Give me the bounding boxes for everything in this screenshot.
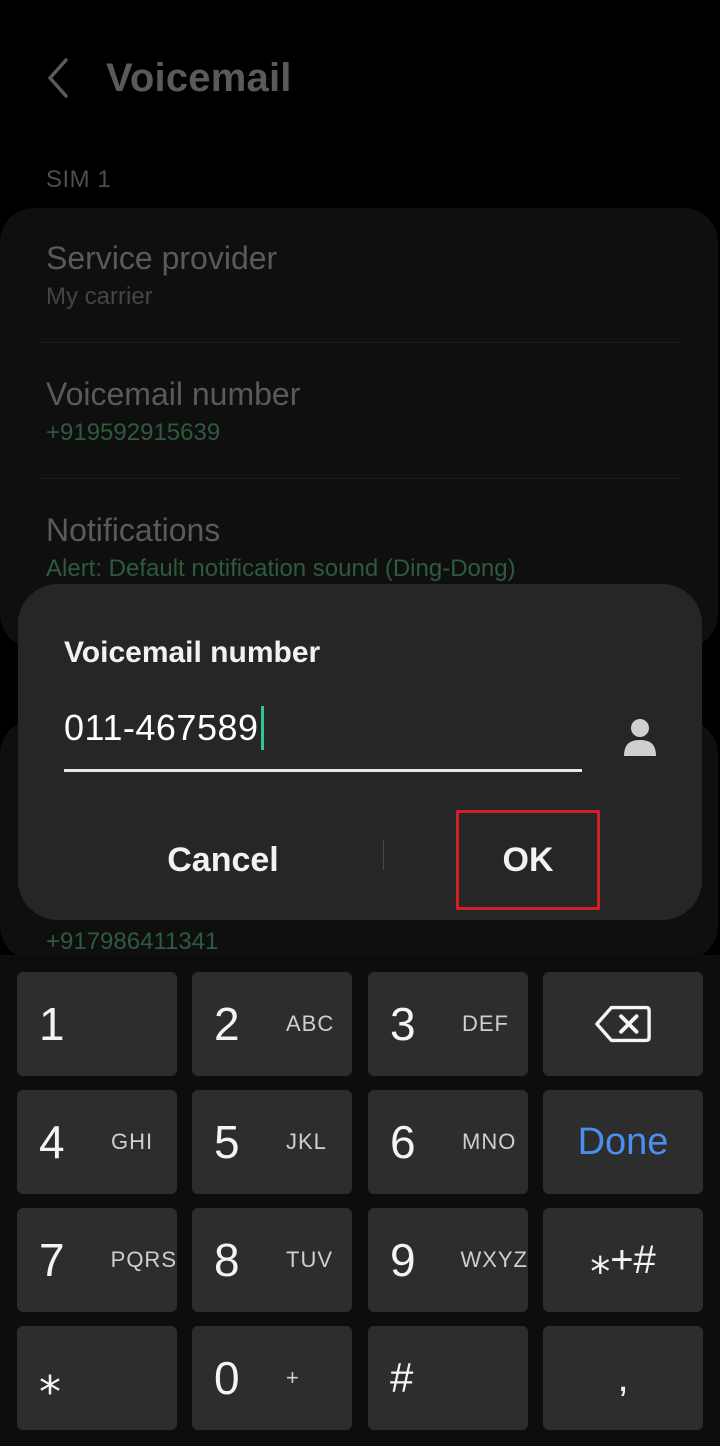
key-2[interactable]: 2 ABC [192, 972, 352, 1076]
button-separator [383, 840, 384, 870]
person-icon [624, 719, 656, 756]
text-caret [260, 706, 264, 750]
row-divider [40, 342, 682, 343]
setting-subtitle: +919592915639 [46, 419, 221, 446]
setting-row-notifications[interactable]: Notifications Alert: Default notificatio… [46, 512, 686, 583]
settings-card: Service provider My carrier Voicemail nu… [0, 208, 718, 648]
key-digit: 0 [214, 1352, 240, 1404]
symbols-label: ⁎+# [590, 1238, 656, 1282]
key-letters: + [286, 1365, 300, 1390]
input-value-wrapper: 011-467589 [64, 706, 264, 750]
key-digit: 1 [39, 998, 65, 1050]
symbols-key[interactable]: ⁎+# [543, 1208, 703, 1312]
setting-subtitle: My carrier [46, 283, 153, 310]
numeric-keypad: 1 2 ABC 3 DEF 4 GHI 5 JKL 6 MNO Done 7 P… [0, 955, 720, 1446]
input-value: 011-467589 [64, 707, 259, 748]
page-title: Voicemail [106, 56, 292, 100]
dialog-button-row: Cancel OK [18, 810, 702, 910]
voicemail-number-input[interactable]: 011-467589 [64, 702, 582, 772]
comma-label: , [617, 1355, 629, 1400]
key-letters: PQRS [110, 1247, 177, 1272]
key-star[interactable]: ⁎ [17, 1326, 177, 1430]
key-letters: GHI [111, 1129, 154, 1154]
back-button[interactable] [40, 56, 80, 100]
setting-row-voicemail-number[interactable]: Voicemail number +919592915639 [46, 376, 686, 447]
key-digit: 7 [39, 1234, 65, 1286]
key-digit: 5 [214, 1116, 240, 1168]
key-digit: 6 [390, 1116, 416, 1168]
contact-picker-button[interactable] [622, 718, 658, 758]
key-3[interactable]: 3 DEF [368, 972, 528, 1076]
top-app-bar: Voicemail [0, 40, 720, 120]
voicemail-number-dialog: Voicemail number 011-467589 Cancel OK [18, 584, 702, 920]
key-9[interactable]: 9 WXYZ [368, 1208, 528, 1312]
key-4[interactable]: 4 GHI [17, 1090, 177, 1194]
done-label: Done [577, 1120, 669, 1163]
key-letters: WXYZ [460, 1247, 528, 1272]
peek-number: +917986411341 [46, 928, 219, 955]
star-label: ⁎ [39, 1353, 61, 1403]
key-8[interactable]: 8 TUV [192, 1208, 352, 1312]
cancel-button[interactable]: Cancel [118, 810, 328, 910]
key-letters: MNO [462, 1129, 517, 1154]
key-0[interactable]: 0 + [192, 1326, 352, 1430]
setting-subtitle: Alert: Default notification sound (Ding-… [46, 555, 516, 582]
dialog-title: Voicemail number [64, 636, 321, 669]
hash-label: # [390, 1354, 414, 1401]
setting-title: Voicemail number [46, 376, 301, 412]
key-letters: ABC [286, 1011, 335, 1036]
setting-title: Service provider [46, 240, 278, 276]
key-digit: 8 [214, 1234, 240, 1286]
section-header-sim: SIM 1 [46, 166, 112, 193]
setting-row-service-provider[interactable]: Service provider My carrier [46, 240, 686, 311]
key-letters: JKL [286, 1129, 327, 1154]
key-digit: 9 [390, 1234, 416, 1286]
key-digit: 4 [39, 1116, 65, 1168]
backspace-icon [595, 1005, 651, 1043]
key-6[interactable]: 6 MNO [368, 1090, 528, 1194]
key-1[interactable]: 1 [17, 972, 177, 1076]
backspace-key[interactable] [543, 972, 703, 1076]
key-hash[interactable]: # [368, 1326, 528, 1430]
key-letters: TUV [286, 1247, 333, 1272]
row-divider [40, 478, 682, 479]
key-7[interactable]: 7 PQRS [17, 1208, 177, 1312]
key-digit: 3 [390, 998, 416, 1050]
ok-button[interactable]: OK [456, 810, 600, 910]
key-comma[interactable]: , [543, 1326, 703, 1430]
key-digit: 2 [214, 998, 240, 1050]
setting-title: Notifications [46, 512, 221, 548]
key-letters: DEF [462, 1011, 509, 1036]
chevron-left-icon [48, 58, 68, 98]
key-5[interactable]: 5 JKL [192, 1090, 352, 1194]
done-key[interactable]: Done [543, 1090, 703, 1194]
